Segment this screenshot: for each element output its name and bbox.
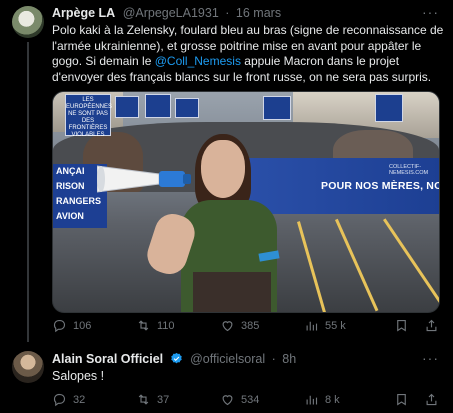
reply-icon [53, 319, 66, 333]
road-marking [383, 218, 439, 303]
banner-left-line: AVION [56, 211, 84, 221]
bookmark-button[interactable] [394, 392, 409, 407]
thread-connector-line [27, 42, 29, 342]
road-marking [335, 218, 379, 312]
reply-button[interactable]: 32 [52, 392, 85, 407]
author-handle[interactable]: @ArpegeLA1931 [123, 6, 219, 20]
reply-author-handle[interactable]: @officielsoral [190, 352, 265, 366]
reply-button[interactable]: 106 [52, 318, 91, 333]
protest-sign [175, 98, 199, 118]
protest-sign [145, 94, 171, 118]
woman-face [201, 140, 245, 198]
protest-sign-text: LES EUROPÉENNES NE SONT PAS DES FRONTIÈR… [66, 97, 113, 138]
views-icon [306, 321, 318, 331]
retweet-button[interactable]: 37 [136, 392, 169, 407]
reply-icon [53, 393, 66, 407]
protest-sign [263, 96, 291, 120]
banner-left-line: RANGERS [56, 196, 102, 206]
reply-author-avatar[interactable] [12, 351, 44, 383]
more-icon[interactable]: ··· [422, 4, 439, 20]
reply-action-bar: 32 37 534 8 k [52, 392, 444, 410]
retweet-icon [138, 320, 149, 331]
views-button[interactable]: 55 k [304, 318, 346, 333]
bookmark-icon [397, 393, 406, 406]
tweet-photo[interactable]: LES EUROPÉENNES NE SONT PAS DES FRONTIÈR… [52, 91, 440, 313]
share-icon [426, 319, 437, 332]
like-count: 534 [241, 393, 260, 406]
views-button[interactable]: 8 k [304, 392, 340, 407]
like-icon [222, 321, 233, 332]
verified-icon [170, 352, 182, 364]
tweet-action-bar: 106 110 385 55 k [52, 318, 444, 336]
views-icon [306, 395, 318, 405]
protest-sign [115, 96, 139, 118]
retweet-count: 110 [157, 319, 175, 332]
tweet-timestamp[interactable]: 16 mars [236, 6, 281, 20]
road-marking [297, 221, 328, 312]
views-count: 55 k [325, 319, 346, 332]
tweet-text: Polo kaki à la Zelensky, foulard bleu au… [52, 23, 444, 85]
bookmark-icon [397, 319, 406, 332]
share-button[interactable] [424, 392, 439, 407]
author-avatar[interactable] [12, 6, 44, 38]
like-icon [222, 395, 233, 406]
reply-timestamp[interactable]: 8h [282, 352, 296, 366]
reply-count: 106 [73, 319, 92, 332]
like-button[interactable]: 534 [220, 392, 259, 407]
more-icon[interactable]: ··· [422, 350, 439, 366]
retweet-count: 37 [157, 393, 170, 406]
share-button[interactable] [424, 318, 439, 333]
banner-slogan: POUR NOS MÈRES, NOS SOEURS, NO [321, 180, 439, 192]
retweet-icon [138, 394, 149, 405]
like-button[interactable]: 385 [220, 318, 259, 333]
share-icon [426, 393, 437, 406]
megaphone [97, 165, 191, 193]
banner-url: COLLECTIF-NEMESIS.COM [389, 164, 429, 176]
author-name[interactable]: Arpège LA [52, 6, 115, 20]
views-count: 8 k [325, 393, 340, 406]
protest-sign [375, 94, 403, 122]
mention-link[interactable]: @Coll_Nemesis [155, 54, 241, 68]
reply-header: Alain Soral Officiel @officielsoral · 8h [52, 352, 296, 366]
tweet-header: Arpège LA @ArpegeLA1931 · 16 mars [52, 6, 281, 20]
like-count: 385 [241, 319, 260, 332]
bookmark-button[interactable] [394, 318, 409, 333]
reply-text: Salopes ! [52, 369, 105, 383]
protest-banner-right: COLLECTIF-NEMESIS.COM POUR NOS MÈRES, NO… [249, 158, 439, 214]
retweet-button[interactable]: 110 [136, 318, 175, 333]
separator-dot: · [271, 352, 276, 366]
separator-dot: · [225, 6, 230, 20]
reply-author-name[interactable]: Alain Soral Officiel [52, 352, 163, 366]
reply-count: 32 [73, 393, 86, 406]
protest-sign: LES EUROPÉENNES NE SONT PAS DES FRONTIÈR… [65, 94, 113, 138]
woman-skirt [193, 272, 271, 312]
